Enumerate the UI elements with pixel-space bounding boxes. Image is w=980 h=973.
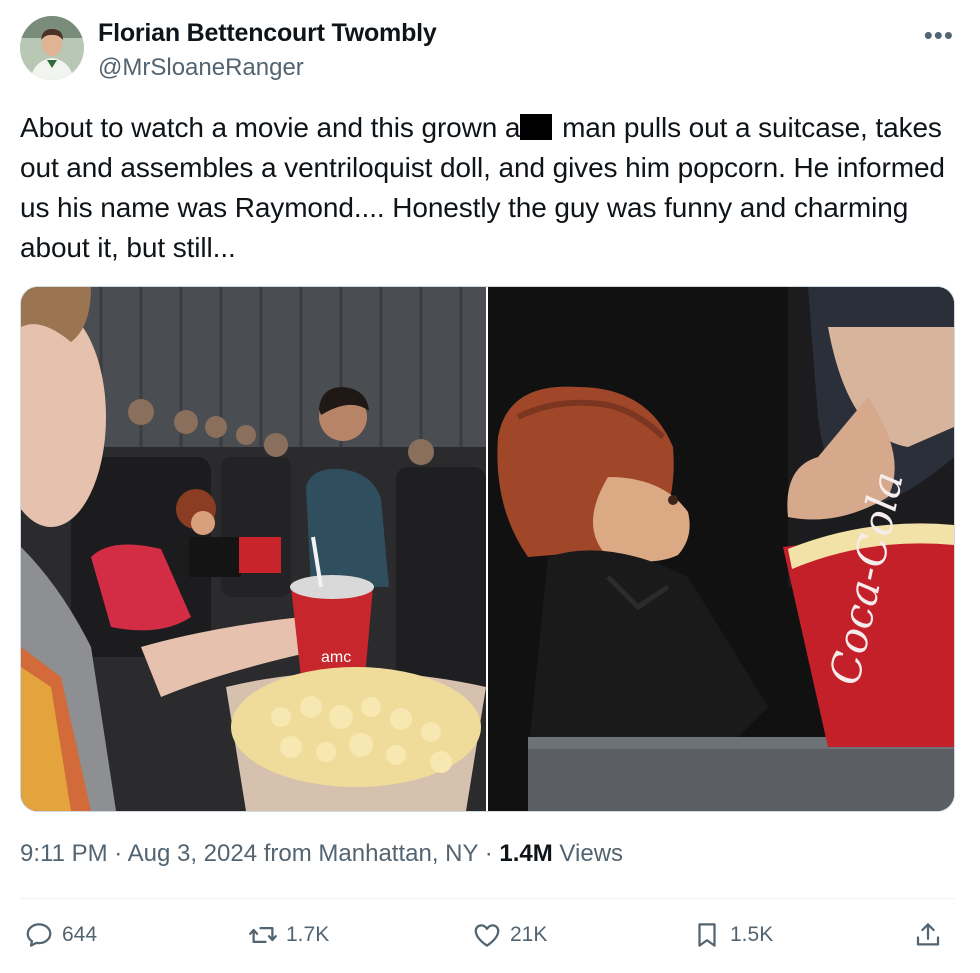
repost-button[interactable]: 1.7K (248, 920, 329, 950)
reply-icon (26, 923, 52, 947)
more-icon[interactable]: ••• (924, 20, 954, 51)
reply-button[interactable]: 644 (24, 920, 97, 950)
bookmark-count: 1.5K (730, 923, 774, 946)
tweet-text: About to watch a movie and this grown a … (20, 108, 955, 268)
reply-count: 644 (62, 923, 98, 946)
avatar-image (20, 16, 84, 80)
repost-count: 1.7K (286, 923, 330, 946)
meta-separator: · (107, 840, 128, 867)
censor-block (520, 114, 553, 140)
doll-photo-illustration: Coca-Cola (488, 287, 954, 811)
cup-logo-text: amc (321, 649, 351, 666)
media-grid: amc Coca-Cola (20, 286, 955, 812)
author-display-name[interactable]: Florian Bettencourt Twombly (98, 19, 437, 48)
views-label: Views (552, 840, 624, 867)
author-handle[interactable]: @MrSloaneRanger (98, 54, 304, 82)
photo-theater-audience[interactable]: amc (21, 287, 486, 811)
divider (20, 898, 955, 899)
tweet-date[interactable]: Aug 3, 2024 (128, 840, 257, 867)
like-count: 21K (510, 923, 548, 946)
avatar[interactable] (20, 16, 84, 80)
tweet-time[interactable]: 9:11 PM (20, 840, 108, 867)
like-button[interactable]: 21K (472, 920, 547, 950)
tweet-location: Manhattan, NY (318, 840, 479, 867)
theater-photo-illustration: amc (21, 287, 486, 811)
share-button[interactable] (913, 920, 943, 950)
views-count: 1.4M (499, 840, 553, 867)
tweet-meta: 9:11 PM · Aug 3, 2024 from Manhattan, NY… (20, 840, 623, 868)
bookmark-button[interactable]: 1.5K (692, 920, 773, 950)
tweet-text-part-1: About to watch a movie and this grown a (20, 112, 521, 143)
share-icon (916, 923, 940, 946)
repost-icon (249, 927, 277, 943)
photo-ventriloquist-doll[interactable]: Coca-Cola (488, 287, 954, 811)
action-bar: 644 1.7K 21K 1.5K (20, 920, 955, 960)
meta-separator: · (478, 840, 500, 867)
heart-icon (474, 924, 500, 947)
bookmark-icon (698, 923, 716, 947)
location-prefix: from (257, 840, 319, 867)
